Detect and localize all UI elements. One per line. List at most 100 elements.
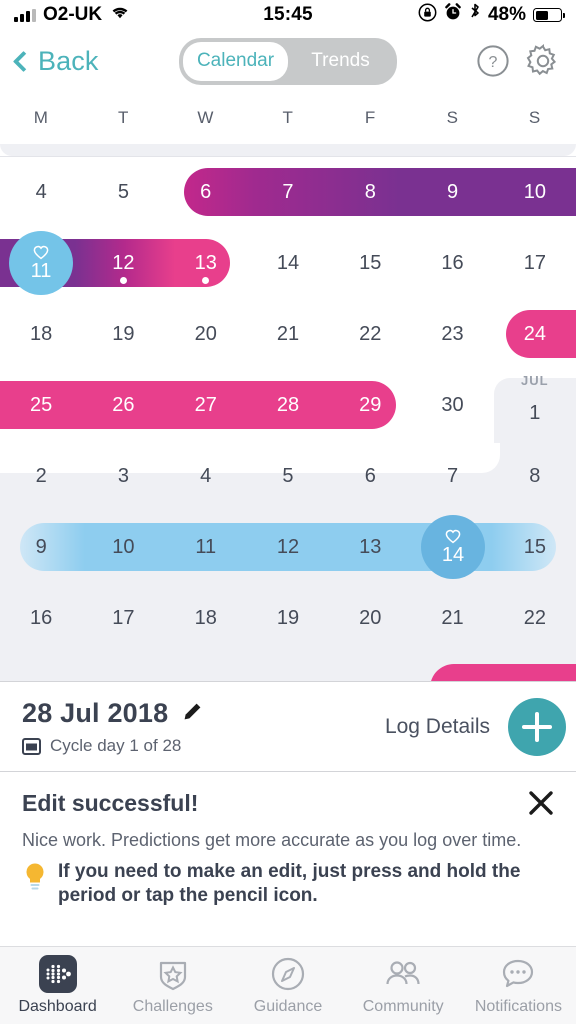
day-number: 29: [359, 393, 382, 416]
day-cell[interactable]: 16: [411, 227, 493, 298]
day-cell[interactable]: 6: [329, 440, 411, 511]
day-number: 25: [30, 393, 53, 416]
day-number: 17: [523, 251, 546, 274]
period-bar-pink-clipped[interactable]: [430, 664, 576, 681]
day-cell[interactable]: 20: [165, 298, 247, 369]
day-number: 20: [194, 322, 217, 345]
day-cell[interactable]: [0, 227, 82, 298]
speech-bubble-icon: [499, 955, 537, 993]
back-label: Back: [38, 45, 99, 76]
day-number: 18: [194, 606, 217, 629]
day-cell[interactable]: 15: [329, 227, 411, 298]
battery-icon: [533, 8, 566, 22]
day-cell[interactable]: 27: [165, 369, 247, 440]
day-cell[interactable]: 17: [494, 227, 576, 298]
day-cell[interactable]: 30: [411, 369, 493, 440]
day-cell[interactable]: 9: [411, 156, 493, 227]
view-segmented-control[interactable]: Calendar Trends: [179, 37, 397, 85]
day-cell[interactable]: 2: [0, 440, 82, 511]
day-cell[interactable]: 9: [0, 511, 82, 582]
tab-label: Dashboard: [18, 998, 97, 1015]
back-button[interactable]: Back: [12, 45, 99, 77]
calendar-row: 14 9 10 11 12 13 15: [0, 511, 576, 582]
day-cell[interactable]: 3: [82, 440, 164, 511]
tab-challenges[interactable]: Challenges: [115, 955, 230, 1016]
day-cell[interactable]: 29: [329, 369, 411, 440]
close-icon[interactable]: [528, 790, 554, 816]
day-number: 7: [282, 180, 294, 203]
day-cell[interactable]: 17: [82, 582, 164, 653]
tab-trends[interactable]: Trends: [288, 42, 393, 81]
day-cell[interactable]: 22: [329, 298, 411, 369]
day-cell[interactable]: 24: [494, 298, 576, 369]
weekday-3: T: [282, 108, 294, 127]
wifi-icon: [109, 4, 131, 26]
tab-community[interactable]: Community: [346, 955, 461, 1016]
day-number: 22: [359, 322, 382, 345]
day-cell[interactable]: 20: [329, 582, 411, 653]
tab-guidance[interactable]: Guidance: [230, 955, 345, 1016]
day-cell[interactable]: 28: [247, 369, 329, 440]
rotation-lock-icon: [418, 3, 437, 28]
day-cell[interactable]: 4: [0, 156, 82, 227]
day-number: 6: [200, 180, 212, 203]
calendar-row: 4 5 6 7 8 9 10: [0, 156, 576, 227]
day-cell[interactable]: 4: [165, 440, 247, 511]
calendar-grid[interactable]: 4 5 6 7 8 9 10 11 12 13 14 15 16 17 18 1…: [0, 144, 576, 681]
day-cell[interactable]: 8: [494, 440, 576, 511]
add-log-button[interactable]: [508, 697, 566, 756]
day-cell[interactable]: 26: [82, 369, 164, 440]
day-cell[interactable]: 19: [82, 298, 164, 369]
day-cell[interactable]: 15: [494, 511, 576, 582]
gear-icon[interactable]: [526, 44, 560, 78]
tab-dashboard[interactable]: Dashboard: [0, 955, 115, 1016]
day-detail-panel: 28 Jul 2018 Cycle day 1 of 28 Log Detail…: [0, 681, 576, 771]
day-cell[interactable]: 23: [411, 298, 493, 369]
day-cell[interactable]: 10: [494, 156, 576, 227]
tab-calendar[interactable]: Calendar: [183, 41, 288, 81]
day-number: 5: [117, 180, 129, 203]
day-cell[interactable]: JUL 1: [494, 369, 576, 440]
day-cell[interactable]: 7: [247, 156, 329, 227]
status-bar-right: 48%: [313, 3, 566, 28]
day-number: 26: [112, 393, 135, 416]
pencil-icon[interactable]: [180, 702, 202, 724]
compass-icon: [269, 955, 307, 993]
detail-actions: Log Details: [385, 697, 566, 756]
day-cell[interactable]: 12: [247, 511, 329, 582]
day-cell[interactable]: 13: [165, 227, 247, 298]
day-number: 12: [276, 535, 300, 558]
day-cell[interactable]: 14: [247, 227, 329, 298]
day-cell[interactable]: 21: [247, 298, 329, 369]
message-card: Edit successful! Nice work. Predictions …: [0, 771, 576, 918]
day-cell[interactable]: 5: [247, 440, 329, 511]
day-cell[interactable]: 5: [82, 156, 164, 227]
day-cell[interactable]: 13: [329, 511, 411, 582]
clock: 15:45: [263, 4, 313, 25]
day-number: 5: [282, 464, 294, 487]
day-cell[interactable]: 11: [165, 511, 247, 582]
day-cell[interactable]: 19: [247, 582, 329, 653]
detail-subtitle-row: Cycle day 1 of 28: [22, 736, 202, 756]
day-number: 4: [35, 180, 47, 203]
day-cell[interactable]: 7: [411, 440, 493, 511]
day-cell[interactable]: 12: [82, 227, 164, 298]
day-cell[interactable]: 18: [165, 582, 247, 653]
log-details-label[interactable]: Log Details: [385, 715, 490, 739]
day-cell[interactable]: 21: [411, 582, 493, 653]
day-cell[interactable]: [411, 511, 493, 582]
day-cell[interactable]: 18: [0, 298, 82, 369]
tab-notifications[interactable]: Notifications: [461, 955, 576, 1016]
calendar-scroll-edge: [0, 144, 576, 157]
day-cell[interactable]: 6: [165, 156, 247, 227]
day-number: 14: [276, 251, 300, 274]
day-cell[interactable]: 25: [0, 369, 82, 440]
logged-dot: [202, 277, 210, 284]
day-cell[interactable]: 16: [0, 582, 82, 653]
day-cell[interactable]: 8: [329, 156, 411, 227]
detail-left: 28 Jul 2018 Cycle day 1 of 28: [22, 698, 202, 756]
weekday-5: S: [446, 108, 459, 127]
day-cell[interactable]: 10: [82, 511, 164, 582]
help-icon[interactable]: ?: [476, 44, 510, 78]
day-cell[interactable]: 22: [494, 582, 576, 653]
